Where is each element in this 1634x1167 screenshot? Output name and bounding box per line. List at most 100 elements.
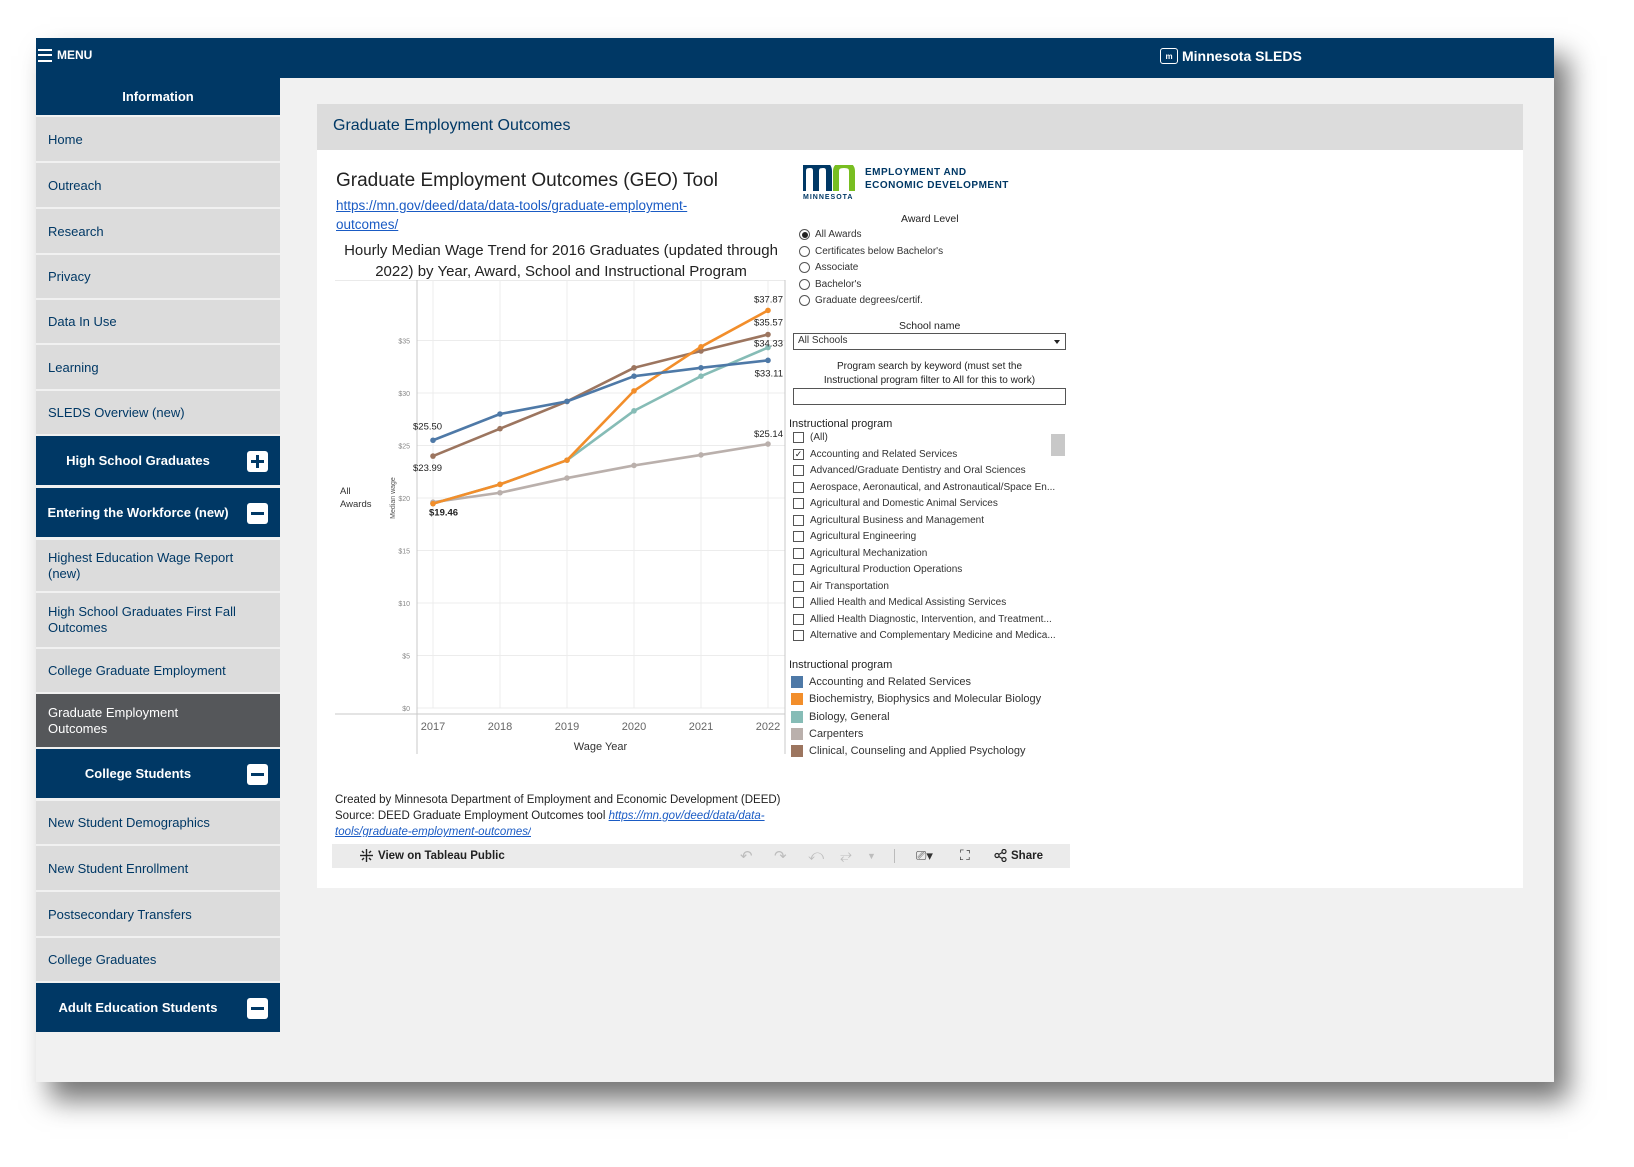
sidebar-item-privacy[interactable]: Privacy — [36, 255, 280, 298]
sidebar-section-label: Entering the Workforce (new) — [47, 505, 229, 520]
program-checkbox-item[interactable]: Air Transportation — [793, 580, 889, 592]
program-checkbox-item[interactable]: Agricultural Engineering — [793, 531, 916, 542]
sidebar-item-research[interactable]: Research — [36, 209, 280, 253]
school-name-select[interactable]: All Schools — [793, 333, 1066, 350]
x-tick-label: 2020 — [622, 721, 646, 733]
view-on-tableau-button[interactable]: View on Tableau Public — [360, 849, 505, 862]
legend-item[interactable]: Accounting and Related Services — [791, 676, 971, 688]
fullscreen-icon[interactable]: ⛶ — [960, 847, 970, 864]
logo-state: MINNESOTA — [803, 194, 854, 201]
chart-title: Hourly Median Wage Trend for 2016 Gradua… — [344, 242, 778, 280]
dropdown-arrow-icon — [1054, 340, 1060, 344]
sidebar-item-graduate-employment-outcomes[interactable]: Graduate Employment Outcomes — [36, 694, 280, 747]
expand-plus-icon[interactable] — [247, 450, 268, 472]
sidebar-section-college-students[interactable]: College Students — [36, 749, 280, 798]
source-link[interactable]: https://mn.gov/deed/data/data- — [609, 810, 765, 822]
legend-item[interactable]: Carpenters — [791, 727, 864, 740]
legend-label: Carpenters — [809, 727, 864, 740]
sidebar-item-home[interactable]: Home — [36, 117, 280, 161]
checkbox-icon — [793, 564, 804, 575]
program-checkbox-item[interactable]: Allied Health Diagnostic, Intervention, … — [793, 613, 1052, 625]
program-checkbox-item[interactable]: Agricultural Business and Management — [793, 514, 984, 526]
program-checkbox-item[interactable]: Allied Health and Medical Assisting Serv… — [793, 597, 1006, 608]
program-checkbox-item[interactable]: (All) — [793, 432, 828, 443]
sidebar-item-hs-first-fall[interactable]: High School Graduates First Fall Outcome… — [36, 593, 280, 647]
series-line — [432, 359, 769, 442]
collapse-minus-icon[interactable] — [247, 502, 268, 524]
sidebar-item-outreach[interactable]: Outreach — [36, 163, 280, 207]
undo-icon[interactable]: ↶ — [740, 847, 753, 865]
program-checkbox-item[interactable]: Agricultural Mechanization — [793, 547, 927, 559]
sidebar-item-data-in-use[interactable]: Data In Use — [36, 300, 280, 343]
checkbox-icon — [793, 432, 804, 443]
data-point — [698, 452, 704, 458]
program-checkbox-item[interactable]: Aerospace, Aeronautical, and Astronautic… — [793, 481, 1055, 493]
legend-item[interactable]: Clinical, Counseling and Applied Psychol… — [791, 745, 1025, 758]
collapse-minus-icon[interactable] — [247, 763, 268, 785]
program-checkbox-item[interactable]: Advanced/Graduate Dentistry and Oral Sci… — [793, 465, 1026, 476]
sidebar-section-label: Adult Education Students — [58, 1000, 218, 1015]
sidebar-item-sleds-overview[interactable]: SLEDS Overview (new) — [36, 391, 280, 434]
data-point — [497, 481, 503, 488]
sidebar-item-new-student-demographics[interactable]: New Student Demographics — [36, 801, 280, 844]
program-checkbox-item[interactable]: Agricultural and Domestic Animal Service… — [793, 498, 998, 509]
checkbox-label: Accounting and Related Services — [810, 448, 958, 460]
tool-link[interactable]: https://mn.gov/deed/data/data-tools/grad… — [336, 196, 746, 234]
sidebar-item-label: College Graduates — [48, 952, 157, 967]
source-link-continued[interactable]: tools/graduate-employment-outcomes/ — [335, 826, 531, 837]
award-radio-associate[interactable]: Associate — [799, 262, 858, 273]
sidebar-section-label: College Students — [84, 766, 192, 781]
program-checkbox-list[interactable]: (All) ✓ Accounting and Related Services Adv… — [789, 432, 1066, 652]
sidebar-item-new-student-enrollment[interactable]: New Student Enrollment — [36, 846, 280, 890]
sidebar-item-label: Postsecondary Transfers — [48, 906, 192, 922]
sidebar-item-postsecondary-transfers[interactable]: Postsecondary Transfers — [36, 892, 280, 936]
program-list-scrollbar[interactable] — [1051, 434, 1065, 456]
sidebar-item-highest-education[interactable]: Highest Education Wage Report (new) — [36, 540, 280, 591]
sidebar-item-label: Outreach — [48, 177, 102, 193]
checkbox-checked-icon: ✓ — [793, 448, 804, 460]
sidebar-section-workforce[interactable]: Entering the Workforce (new) — [36, 488, 280, 537]
site-brand[interactable]: m Minnesota SLEDS — [1160, 48, 1302, 64]
checkbox-label: Alternative and Complementary Medicine a… — [810, 630, 1056, 641]
data-label-last: $34.33 — [754, 339, 783, 350]
sidebar-item-college-grad-employment[interactable]: College Graduate Employment — [36, 649, 280, 692]
menu-button[interactable]: MENU — [38, 48, 92, 62]
y-tick-label: $0 — [402, 706, 410, 713]
sidebar-section-hs-graduates[interactable]: High School Graduates — [36, 436, 280, 485]
data-label-first: $19.46 — [429, 508, 458, 519]
legend-item[interactable]: Biology, General — [791, 710, 890, 723]
program-checkbox-item[interactable]: ✓ Accounting and Related Services — [793, 448, 958, 460]
radio-icon — [799, 262, 810, 273]
logo-line2: ECONOMIC DEVELOPMENT — [865, 180, 1009, 191]
sidebar-item-college-graduates[interactable]: College Graduates — [36, 938, 280, 981]
series-line — [432, 333, 769, 458]
program-checkbox-item[interactable]: Agricultural Production Operations — [793, 564, 962, 575]
data-point — [564, 457, 570, 463]
radio-label: Bachelor's — [815, 279, 862, 290]
data-point — [497, 489, 503, 496]
award-radio-graduate[interactable]: Graduate degrees/certif. — [799, 295, 923, 306]
redo-icon[interactable]: ↷ — [774, 847, 787, 865]
award-radio-bachelors[interactable]: Bachelor's — [799, 279, 861, 290]
program-keyword-input[interactable] — [793, 388, 1066, 405]
legend-label: Biology, General — [809, 710, 890, 723]
refresh-icon[interactable]: ⥂ — [840, 847, 852, 864]
sidebar-header-information[interactable]: Information — [36, 78, 280, 115]
sidebar-section-adult-education[interactable]: Adult Education Students — [36, 983, 280, 1032]
collapse-minus-icon[interactable] — [247, 997, 268, 1019]
sidebar-item-label: Data In Use — [48, 314, 117, 329]
revert-icon[interactable]: ⤺ — [808, 847, 824, 864]
legend-item[interactable]: Biochemistry, Biophysics and Molecular B… — [791, 693, 1041, 706]
share-button[interactable]: Share — [994, 849, 1043, 862]
data-point — [430, 500, 436, 507]
award-radio-certificates[interactable]: Certificates below Bachelor's — [799, 246, 943, 257]
x-axis-label: Wage Year — [574, 741, 628, 753]
mn-mark-icon — [803, 165, 855, 191]
radio-icon — [799, 229, 810, 240]
chevron-down-icon[interactable]: ▼ — [867, 851, 876, 861]
school-select-value: All Schools — [798, 335, 848, 346]
download-icon[interactable]: ⎚▾ — [916, 848, 933, 864]
sidebar-item-learning[interactable]: Learning — [36, 345, 280, 389]
award-radio-all[interactable]: All Awards — [799, 229, 862, 240]
program-checkbox-item[interactable]: Alternative and Complementary Medicine a… — [793, 630, 1056, 641]
